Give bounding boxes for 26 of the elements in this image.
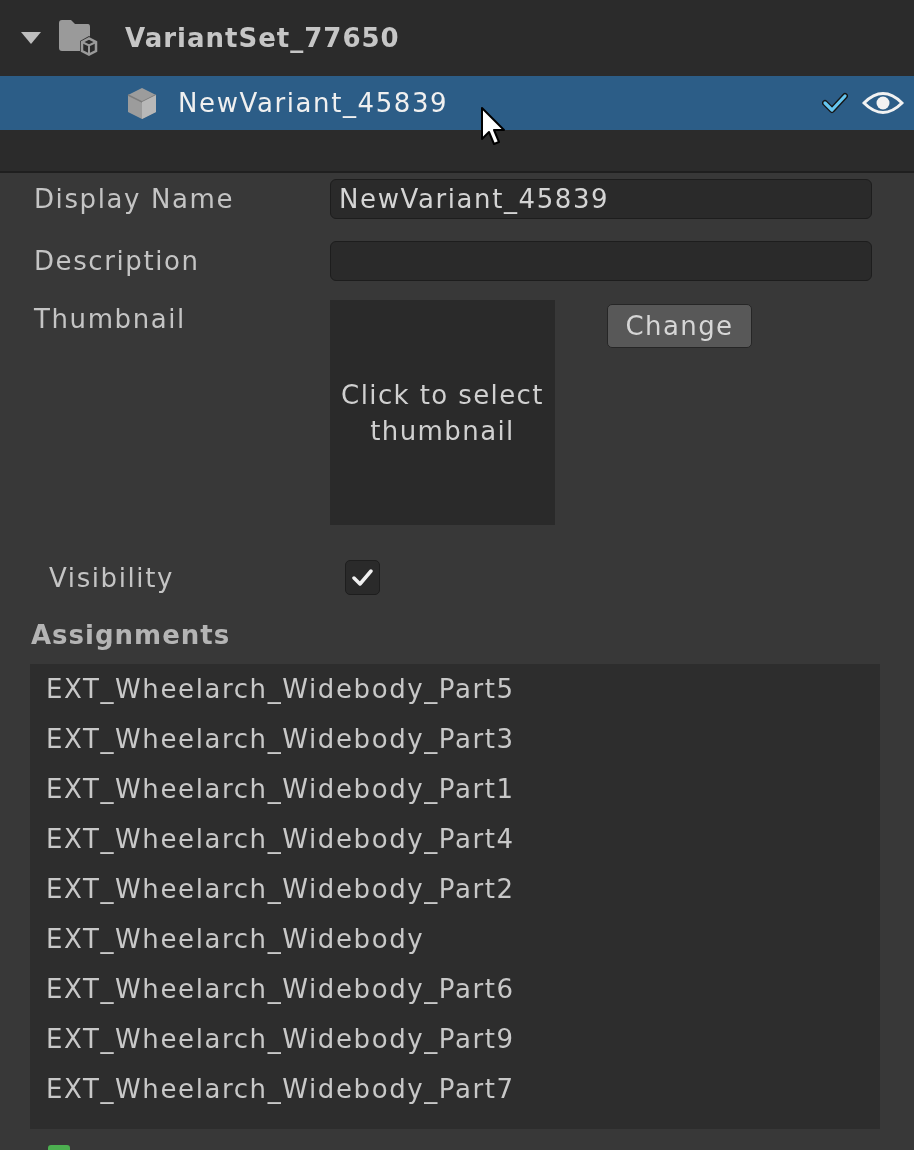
pointer-cursor-icon: [480, 106, 506, 146]
eye-icon[interactable]: [862, 90, 904, 116]
expand-arrow-icon[interactable]: [20, 31, 42, 45]
field-label: Visibility: [49, 562, 175, 593]
field-label: Display Name: [34, 184, 235, 214]
field-label: Description: [34, 246, 201, 276]
tree-item[interactable]: NewVariant_45839: [0, 76, 914, 130]
assignment-item[interactable]: EXT_Wheelarch_Widebody_Part6: [46, 964, 880, 1014]
change-button[interactable]: Change: [607, 304, 752, 348]
folder-cube-icon: [58, 19, 100, 57]
thumbnail-picker[interactable]: Click to select thumbnail: [330, 300, 555, 525]
tree-item[interactable]: VariantSet_77650: [0, 11, 914, 65]
assignment-item[interactable]: EXT_Wheelarch_Widebody_Part7: [46, 1064, 880, 1114]
assignment-item[interactable]: EXT_Wheelarch_Widebody_Part2: [46, 864, 880, 914]
text-field[interactable]: NewVariant_45839: [330, 179, 872, 219]
assignment-item[interactable]: EXT_Wheelarch_Widebody_Part5: [46, 664, 880, 714]
section-heading: Assignments: [31, 620, 232, 650]
assignment-item[interactable]: EXT_Wheelarch_Widebody_Part1: [46, 764, 880, 814]
assignment-item[interactable]: EXT_Wheelarch_Widebody_Part3: [46, 714, 880, 764]
assignment-item[interactable]: EXT_Wheelarch_Widebody: [46, 914, 880, 964]
visibility-checkbox[interactable]: [345, 560, 380, 595]
text-field[interactable]: [330, 241, 872, 281]
assignment-item[interactable]: EXT_Wheelarch_Widebody_Part9: [46, 1014, 880, 1064]
assignment-item[interactable]: EXT_Wheelarch_Widebody_Part4: [46, 814, 880, 864]
field-label: Thumbnail: [34, 303, 187, 336]
checkmark-icon: [352, 569, 373, 586]
